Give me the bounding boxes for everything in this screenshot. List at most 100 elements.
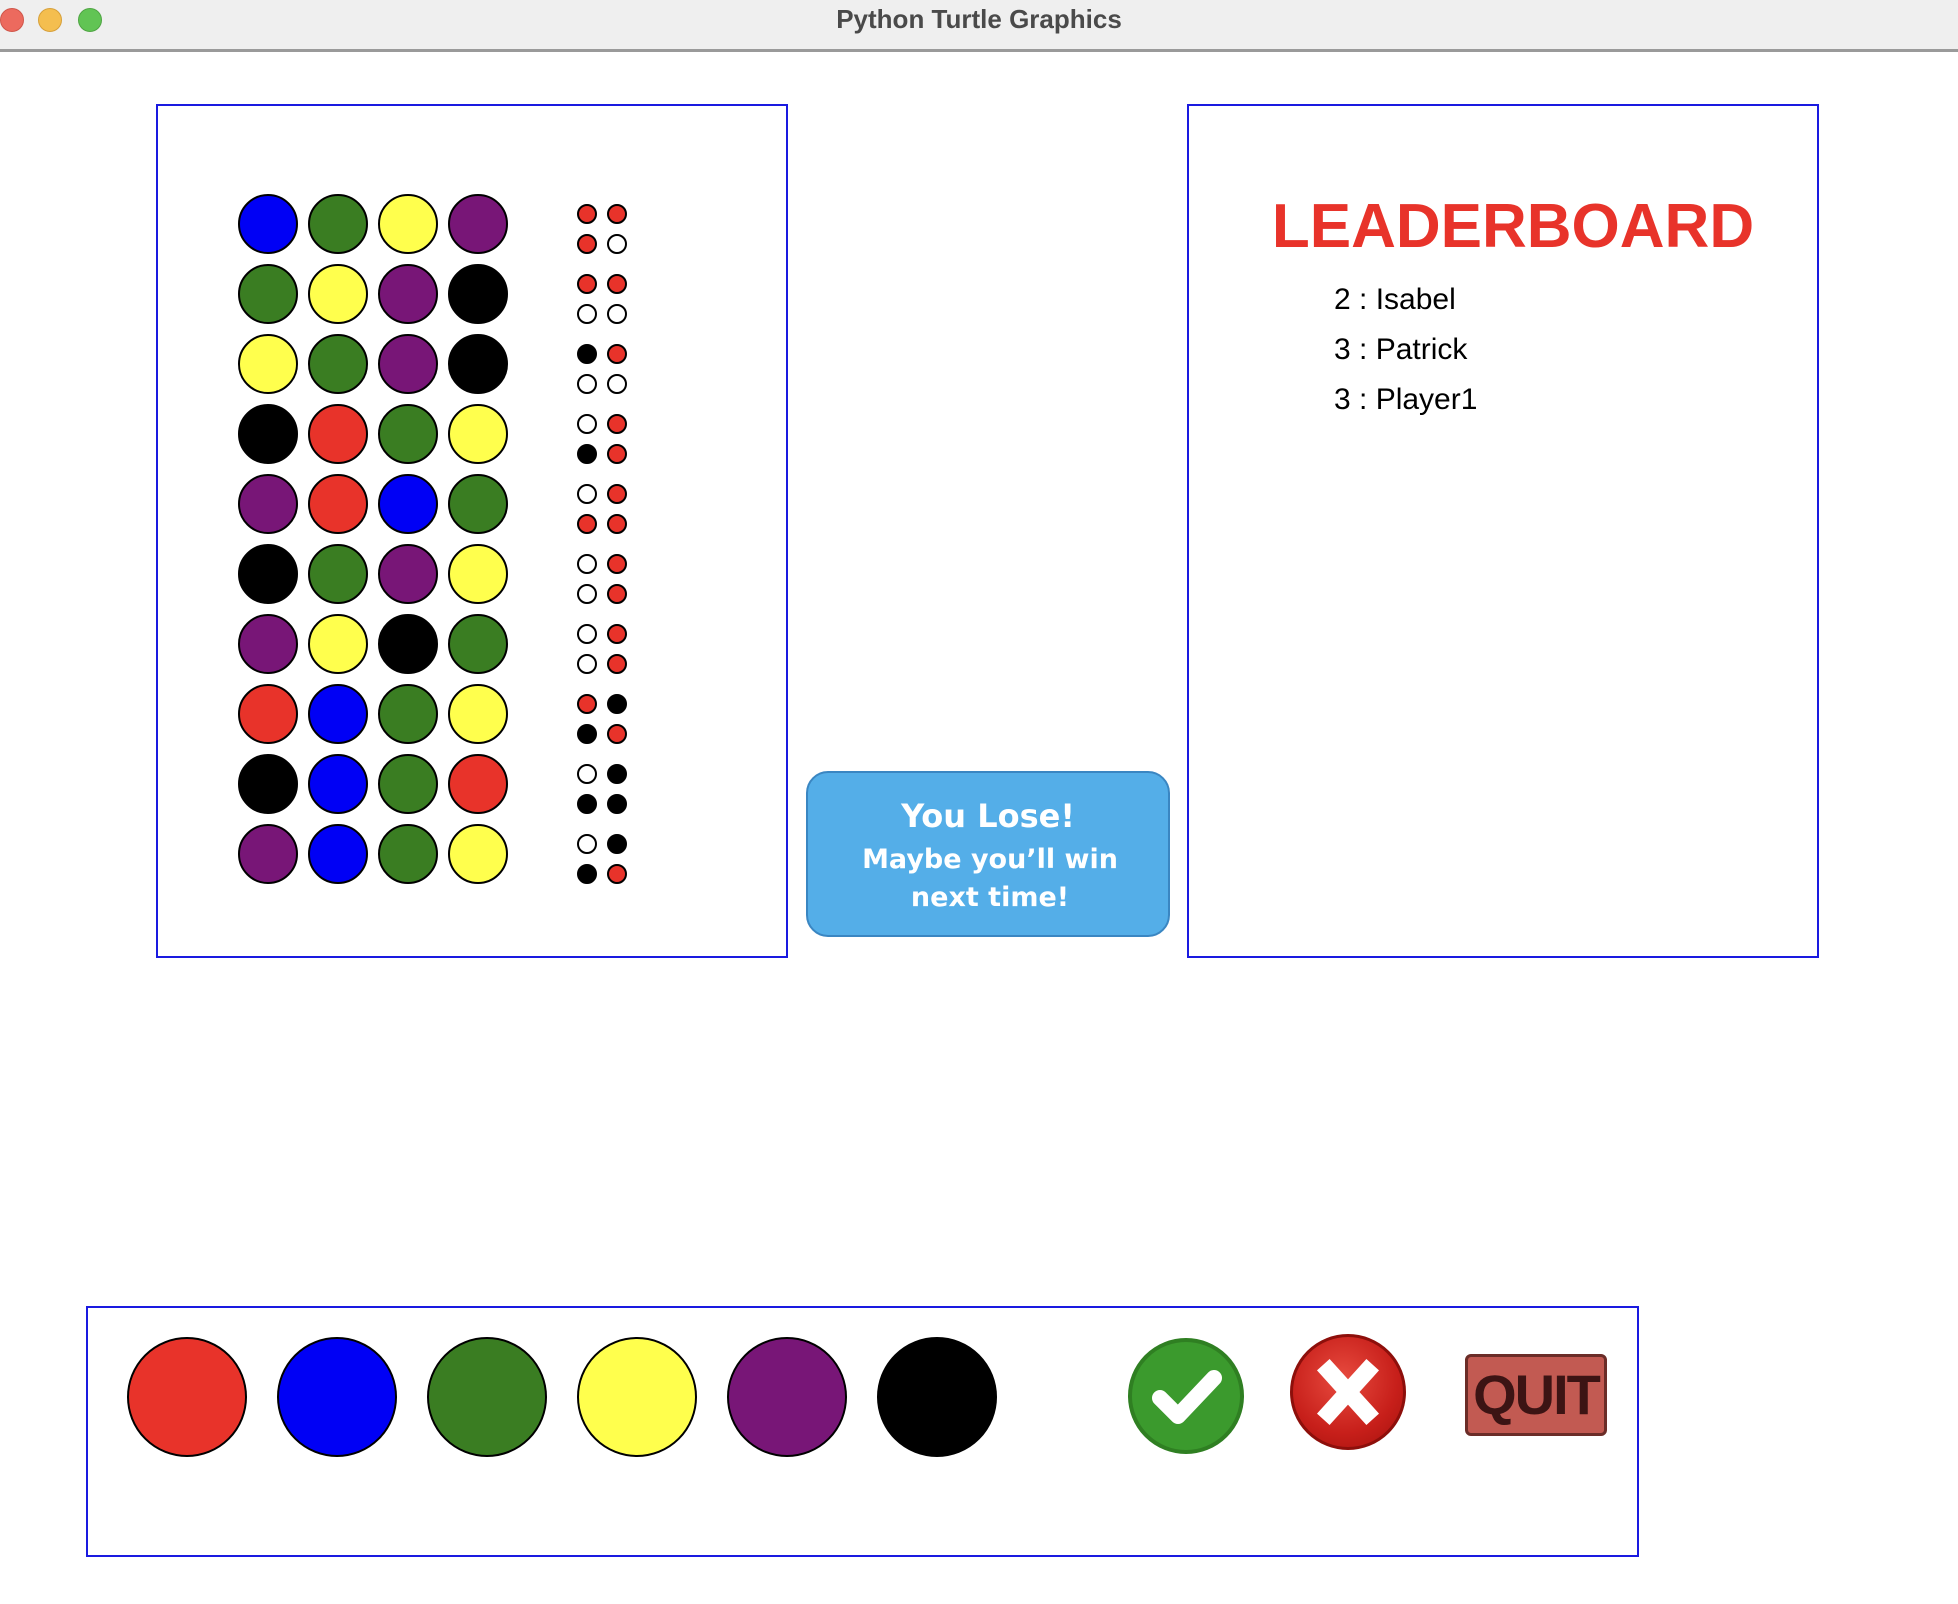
feedback-pin bbox=[607, 554, 627, 574]
palette-peg-green[interactable] bbox=[427, 1337, 547, 1457]
feedback-pin bbox=[607, 624, 627, 644]
feedback-pin bbox=[577, 444, 597, 464]
guess-peg bbox=[378, 544, 438, 604]
feedback-pin bbox=[577, 204, 597, 224]
palette-peg-black[interactable] bbox=[877, 1337, 997, 1457]
guess-peg bbox=[238, 544, 298, 604]
window-titlebar: Python Turtle Graphics bbox=[0, 0, 1958, 52]
guess-peg bbox=[448, 824, 508, 884]
result-message: Maybe you’ll win next time! bbox=[862, 844, 1118, 913]
guess-peg bbox=[238, 824, 298, 884]
feedback-pin bbox=[577, 374, 597, 394]
guess-peg bbox=[448, 264, 508, 324]
feedback-pin bbox=[607, 584, 627, 604]
feedback-pin bbox=[577, 484, 597, 504]
game-board bbox=[156, 104, 788, 958]
feedback-pin bbox=[577, 554, 597, 574]
feedback-pin bbox=[607, 864, 627, 884]
guess-peg bbox=[308, 404, 368, 464]
guess-peg bbox=[378, 264, 438, 324]
feedback-pin bbox=[577, 834, 597, 854]
guess-peg bbox=[448, 404, 508, 464]
guess-peg bbox=[378, 684, 438, 744]
guess-peg bbox=[238, 754, 298, 814]
feedback-pin bbox=[577, 304, 597, 324]
guess-peg bbox=[378, 754, 438, 814]
feedback-pin bbox=[607, 484, 627, 504]
feedback-pin bbox=[607, 694, 627, 714]
feedback-pin bbox=[607, 724, 627, 744]
feedback-pin bbox=[607, 444, 627, 464]
guess-peg bbox=[308, 824, 368, 884]
clear-button[interactable] bbox=[1290, 1334, 1406, 1450]
leaderboard-title: LEADERBOARD bbox=[1271, 192, 1755, 261]
guess-peg bbox=[448, 474, 508, 534]
feedback-pin bbox=[577, 694, 597, 714]
feedback-pin bbox=[607, 654, 627, 674]
guess-peg bbox=[308, 684, 368, 744]
feedback-pin bbox=[607, 374, 627, 394]
guess-peg bbox=[378, 824, 438, 884]
guess-peg bbox=[448, 194, 508, 254]
result-title: You Lose! bbox=[901, 797, 1075, 835]
guess-peg bbox=[308, 334, 368, 394]
guess-peg bbox=[238, 614, 298, 674]
guess-peg bbox=[378, 194, 438, 254]
guess-peg bbox=[238, 684, 298, 744]
guess-peg bbox=[238, 194, 298, 254]
guess-peg bbox=[308, 614, 368, 674]
feedback-pin bbox=[607, 344, 627, 364]
feedback-pin bbox=[577, 864, 597, 884]
leaderboard-entry: 3 : Player1 bbox=[1334, 383, 1478, 416]
feedback-pin bbox=[577, 624, 597, 644]
guess-peg bbox=[308, 544, 368, 604]
guess-peg bbox=[378, 404, 438, 464]
feedback-pin bbox=[607, 514, 627, 534]
feedback-pin bbox=[607, 204, 627, 224]
leaderboard-panel: LEADERBOARD 2 : Isabel 3 : Patrick 3 : P… bbox=[1187, 104, 1819, 958]
feedback-pin bbox=[577, 794, 597, 814]
guess-peg bbox=[308, 474, 368, 534]
leaderboard-entry: 3 : Patrick bbox=[1334, 333, 1468, 366]
guess-peg bbox=[238, 474, 298, 534]
feedback-pin bbox=[607, 414, 627, 434]
feedback-pin bbox=[577, 764, 597, 784]
feedback-pin bbox=[607, 764, 627, 784]
guess-peg bbox=[308, 194, 368, 254]
guess-peg bbox=[238, 334, 298, 394]
guess-peg bbox=[378, 334, 438, 394]
palette-peg-red[interactable] bbox=[127, 1337, 247, 1457]
feedback-pin bbox=[577, 234, 597, 254]
guess-peg bbox=[448, 754, 508, 814]
checkmark-icon bbox=[1152, 1370, 1222, 1424]
feedback-pin bbox=[607, 234, 627, 254]
guess-peg bbox=[378, 614, 438, 674]
guess-peg bbox=[378, 474, 438, 534]
result-banner: You Lose! Maybe you’ll win next time! bbox=[806, 771, 1170, 937]
feedback-pin bbox=[607, 274, 627, 294]
x-icon bbox=[1316, 1358, 1380, 1426]
palette-peg-purple[interactable] bbox=[727, 1337, 847, 1457]
guess-peg bbox=[308, 754, 368, 814]
feedback-pin bbox=[607, 304, 627, 324]
guess-peg bbox=[238, 264, 298, 324]
guess-peg bbox=[448, 684, 508, 744]
guess-peg bbox=[308, 264, 368, 324]
feedback-pin bbox=[577, 344, 597, 364]
feedback-pin bbox=[577, 654, 597, 674]
feedback-pin bbox=[577, 724, 597, 744]
check-button[interactable] bbox=[1128, 1338, 1244, 1454]
quit-button[interactable]: QUIT bbox=[1465, 1354, 1607, 1436]
palette-peg-blue[interactable] bbox=[277, 1337, 397, 1457]
feedback-pin bbox=[577, 414, 597, 434]
guess-peg bbox=[448, 544, 508, 604]
feedback-pin bbox=[577, 514, 597, 534]
feedback-pin bbox=[577, 274, 597, 294]
window-title: Python Turtle Graphics bbox=[836, 4, 1122, 34]
guess-peg bbox=[448, 614, 508, 674]
feedback-pin bbox=[577, 584, 597, 604]
leaderboard-entry: 2 : Isabel bbox=[1334, 283, 1456, 316]
palette-peg-yellow[interactable] bbox=[577, 1337, 697, 1457]
feedback-pin bbox=[607, 834, 627, 854]
guess-peg bbox=[448, 334, 508, 394]
